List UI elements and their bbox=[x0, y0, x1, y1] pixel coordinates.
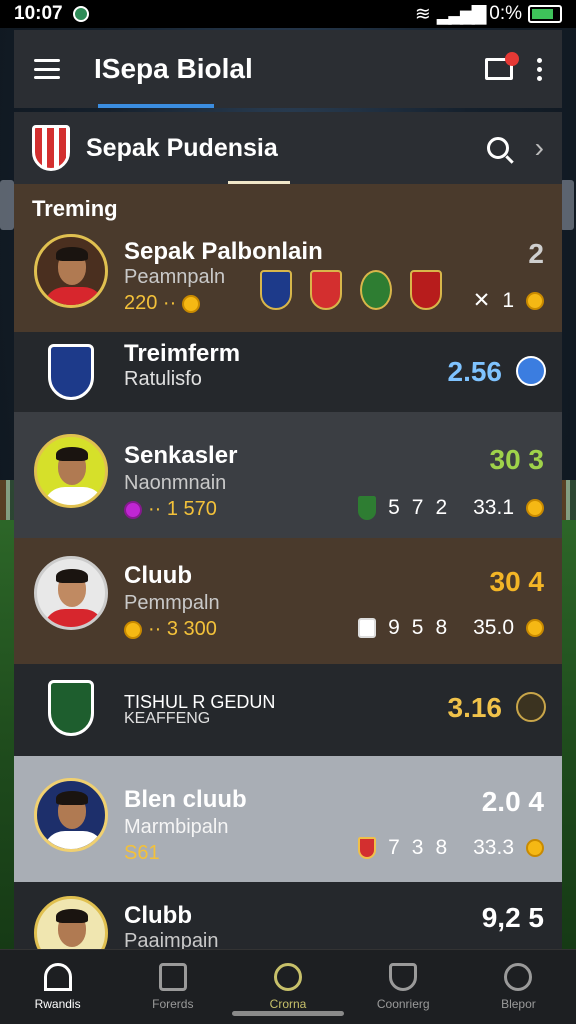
player-meta: S61 bbox=[124, 842, 160, 864]
shield-icon bbox=[389, 963, 418, 991]
player-name: Sepak Palbonlain bbox=[124, 238, 323, 265]
battery-percent: 0:% bbox=[489, 3, 522, 24]
list-item[interactable]: Treimferm Ratulisfo 2.56 bbox=[14, 332, 562, 412]
player-meta: 220 ·· bbox=[124, 292, 201, 315]
list-item[interactable]: TISHUL R GEDUN KEAFFENG 3.16 bbox=[14, 664, 562, 756]
player-name: Clubb bbox=[124, 902, 192, 929]
nav-label: Forerds bbox=[152, 997, 194, 1011]
club-badge-icon bbox=[310, 270, 342, 310]
avatar bbox=[34, 556, 108, 630]
list-item[interactable]: Cluub Pemmpaln ·· 3 300 30 4 9 5 8 35.0 bbox=[14, 538, 562, 664]
coin-icon bbox=[526, 839, 544, 857]
list-item[interactable]: Blen cluub Marmbipaln S61 2.0 4 7 3 8 33… bbox=[14, 756, 562, 882]
coin-icon bbox=[182, 294, 201, 313]
ball-icon bbox=[274, 963, 302, 991]
list-item[interactable]: Senkasler Naonmnain ·· 1 570 30 3 5 7 2 … bbox=[14, 412, 562, 538]
player-name: Cluub bbox=[124, 562, 192, 589]
player-score: 30 3 bbox=[489, 444, 545, 475]
notification-flag-icon[interactable] bbox=[485, 52, 519, 84]
avatar bbox=[34, 778, 108, 852]
player-role: Peamnpaln bbox=[124, 266, 226, 288]
bottom-nav: Rwandis Forerds Crorna Coonrierg Blepor bbox=[0, 949, 576, 1024]
player-meta: ·· 3 300 bbox=[124, 618, 217, 641]
player-role: Marmbipaln bbox=[124, 816, 229, 838]
coin-icon bbox=[124, 620, 142, 639]
app-bar: ISepa Biolal bbox=[14, 30, 562, 108]
player-score: 9,2 5 bbox=[481, 902, 544, 933]
club-name: Sepak Pudensia bbox=[86, 133, 278, 162]
app-title: ISepa Biolal bbox=[94, 53, 253, 84]
stat-value: 1 bbox=[502, 288, 514, 312]
club-header: Sepak Pudensia › bbox=[14, 112, 562, 184]
player-score: 30 4 bbox=[489, 566, 545, 597]
floodlight bbox=[560, 180, 574, 230]
jersey-icon bbox=[358, 618, 377, 638]
nav-label: Blepor bbox=[501, 997, 536, 1011]
team-crest-icon bbox=[48, 344, 94, 400]
nav-home[interactable]: Rwandis bbox=[0, 950, 115, 1024]
player-stats: 5 7 2 33.1 bbox=[358, 496, 544, 520]
team-score: 3.16 bbox=[447, 692, 503, 723]
player-name: Senkasler bbox=[124, 442, 238, 469]
status-bar: 10:07 ≋ ▂▃▅▇ 0:% bbox=[0, 0, 576, 28]
player-name: Blen cluub bbox=[124, 786, 247, 813]
battery-icon bbox=[528, 5, 562, 23]
home-indicator[interactable] bbox=[232, 1011, 344, 1016]
nav-chat[interactable]: Blepor bbox=[461, 950, 576, 1024]
avatar bbox=[34, 234, 108, 308]
trending-list: Treming Sepak Palbonlain Peamnpaln 220 ·… bbox=[14, 184, 562, 960]
more-options-icon[interactable] bbox=[537, 57, 542, 81]
cross-icon: ✕ bbox=[472, 289, 491, 312]
coin-icon bbox=[526, 619, 544, 637]
wolf-icon bbox=[516, 692, 546, 722]
avatar bbox=[34, 434, 108, 508]
stadium-icon bbox=[158, 963, 187, 991]
section-title: Treming bbox=[14, 184, 562, 232]
gem-icon bbox=[124, 500, 142, 519]
notification-icon bbox=[72, 6, 89, 22]
app-bar-active-indicator bbox=[98, 104, 214, 108]
team-crest-icon bbox=[48, 680, 94, 736]
player-role: Naonmnain bbox=[124, 472, 227, 494]
coin-icon bbox=[526, 291, 544, 310]
team-sub: Ratulisfo bbox=[124, 368, 202, 390]
nav-fixtures[interactable]: Forerds bbox=[115, 950, 230, 1024]
team-badge-icon bbox=[358, 837, 377, 859]
team-sub: KEAFFENG bbox=[124, 710, 211, 727]
ball-icon bbox=[516, 356, 546, 386]
chevron-right-icon[interactable]: › bbox=[535, 132, 544, 164]
team-name: Treimferm bbox=[124, 340, 241, 367]
club-badge-icon bbox=[360, 270, 392, 310]
chat-icon bbox=[504, 963, 533, 991]
status-time: 10:07 bbox=[14, 3, 63, 24]
home-icon bbox=[43, 963, 72, 991]
club-badge-icon bbox=[410, 270, 442, 310]
club-crest-icon bbox=[32, 125, 70, 171]
menu-icon[interactable] bbox=[34, 59, 60, 79]
signal-icon: ▂▃▅▇ bbox=[436, 3, 486, 25]
player-meta: ·· 1 570 bbox=[124, 498, 217, 521]
floodlight bbox=[0, 180, 14, 230]
nav-clubs[interactable]: Coonrierg bbox=[346, 950, 461, 1024]
player-stats: ✕ 1 bbox=[473, 288, 544, 313]
team-score: 2.56 bbox=[447, 356, 503, 387]
player-role: Pemmpaln bbox=[124, 592, 220, 614]
player-score: 2.0 4 bbox=[481, 786, 544, 817]
club-badge-icon bbox=[260, 270, 292, 310]
nav-label: Crorna bbox=[269, 997, 307, 1011]
team-badge-icon bbox=[358, 496, 377, 520]
club-badges bbox=[260, 270, 442, 310]
player-score: 2 bbox=[528, 238, 544, 269]
player-stats: 9 5 8 35.0 bbox=[358, 616, 544, 640]
coin-icon bbox=[526, 499, 544, 517]
nav-label: Coonrierg bbox=[376, 997, 430, 1011]
nav-label: Rwandis bbox=[34, 997, 81, 1011]
wifi-icon: ≋ bbox=[414, 3, 431, 25]
search-icon[interactable] bbox=[486, 137, 509, 159]
player-stats: 7 3 8 33.3 bbox=[358, 836, 544, 860]
list-item[interactable]: Sepak Palbonlain Peamnpaln 220 ·· 2 ✕ 1 bbox=[14, 232, 562, 332]
